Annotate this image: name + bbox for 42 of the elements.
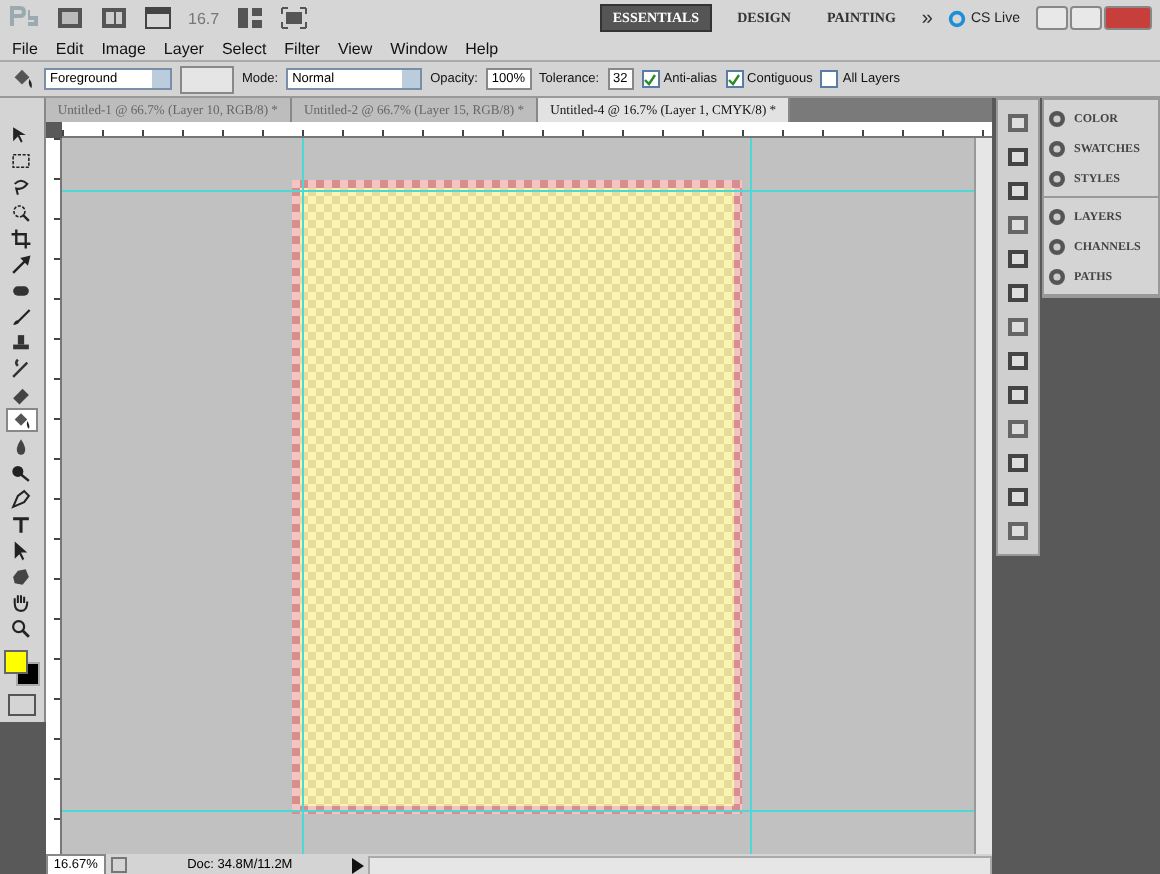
checkbox[interactable]: [725, 70, 744, 88]
menu-item[interactable]: Select: [221, 39, 267, 57]
bucket-tool-icon[interactable]: [5, 408, 38, 432]
panel-icon[interactable]: [1006, 112, 1030, 134]
menu-item[interactable]: Layer: [163, 39, 204, 57]
menu-item[interactable]: Edit: [55, 39, 84, 57]
checkbox[interactable]: [820, 70, 839, 88]
minimize-button[interactable]: [1036, 6, 1068, 30]
panel-icon[interactable]: [1006, 418, 1030, 440]
checkbox[interactable]: [641, 70, 660, 88]
maximize-button[interactable]: [1070, 6, 1102, 30]
quick-mask-icon[interactable]: [7, 694, 36, 716]
panel-icon[interactable]: [1006, 282, 1030, 304]
panel-icon[interactable]: [1006, 214, 1030, 236]
cs-live-icon: [948, 9, 967, 27]
menu-item[interactable]: Filter: [284, 39, 320, 57]
document-status-icon[interactable]: [109, 856, 128, 874]
panel-icon[interactable]: [1006, 350, 1030, 372]
menu-item[interactable]: Window: [390, 39, 448, 57]
panel-icon[interactable]: [1006, 180, 1030, 202]
menu-item[interactable]: Help: [465, 39, 499, 57]
panel-icon[interactable]: [1006, 146, 1030, 168]
panel-icon[interactable]: [1006, 520, 1030, 542]
arrange-documents-icon[interactable]: [235, 6, 264, 30]
horizontal-scrollbar[interactable]: [367, 855, 992, 874]
color-swatches-drawing[interactable]: [3, 650, 40, 686]
pattern-picker[interactable]: [180, 65, 234, 93]
view-extras-icon[interactable]: [144, 6, 172, 30]
screen-mode-icon[interactable]: [279, 6, 308, 30]
panel-icon[interactable]: [1006, 452, 1030, 474]
menu-item[interactable]: Image: [101, 39, 146, 57]
mini-bridge-icon[interactable]: [100, 6, 128, 30]
play-arrow-icon[interactable]: [351, 857, 364, 873]
menu-item[interactable]: File: [12, 39, 38, 57]
panel-icon[interactable]: [1006, 316, 1030, 338]
more-workspaces-button[interactable]: »: [921, 7, 933, 29]
panel-icon[interactable]: [1006, 248, 1030, 270]
menu-item[interactable]: View: [337, 39, 373, 57]
panel-icon[interactable]: [1006, 486, 1030, 508]
panel-icon[interactable]: [1006, 384, 1030, 406]
vertical-scrollbar[interactable]: [974, 138, 992, 854]
bridge-icon[interactable]: [56, 6, 84, 30]
